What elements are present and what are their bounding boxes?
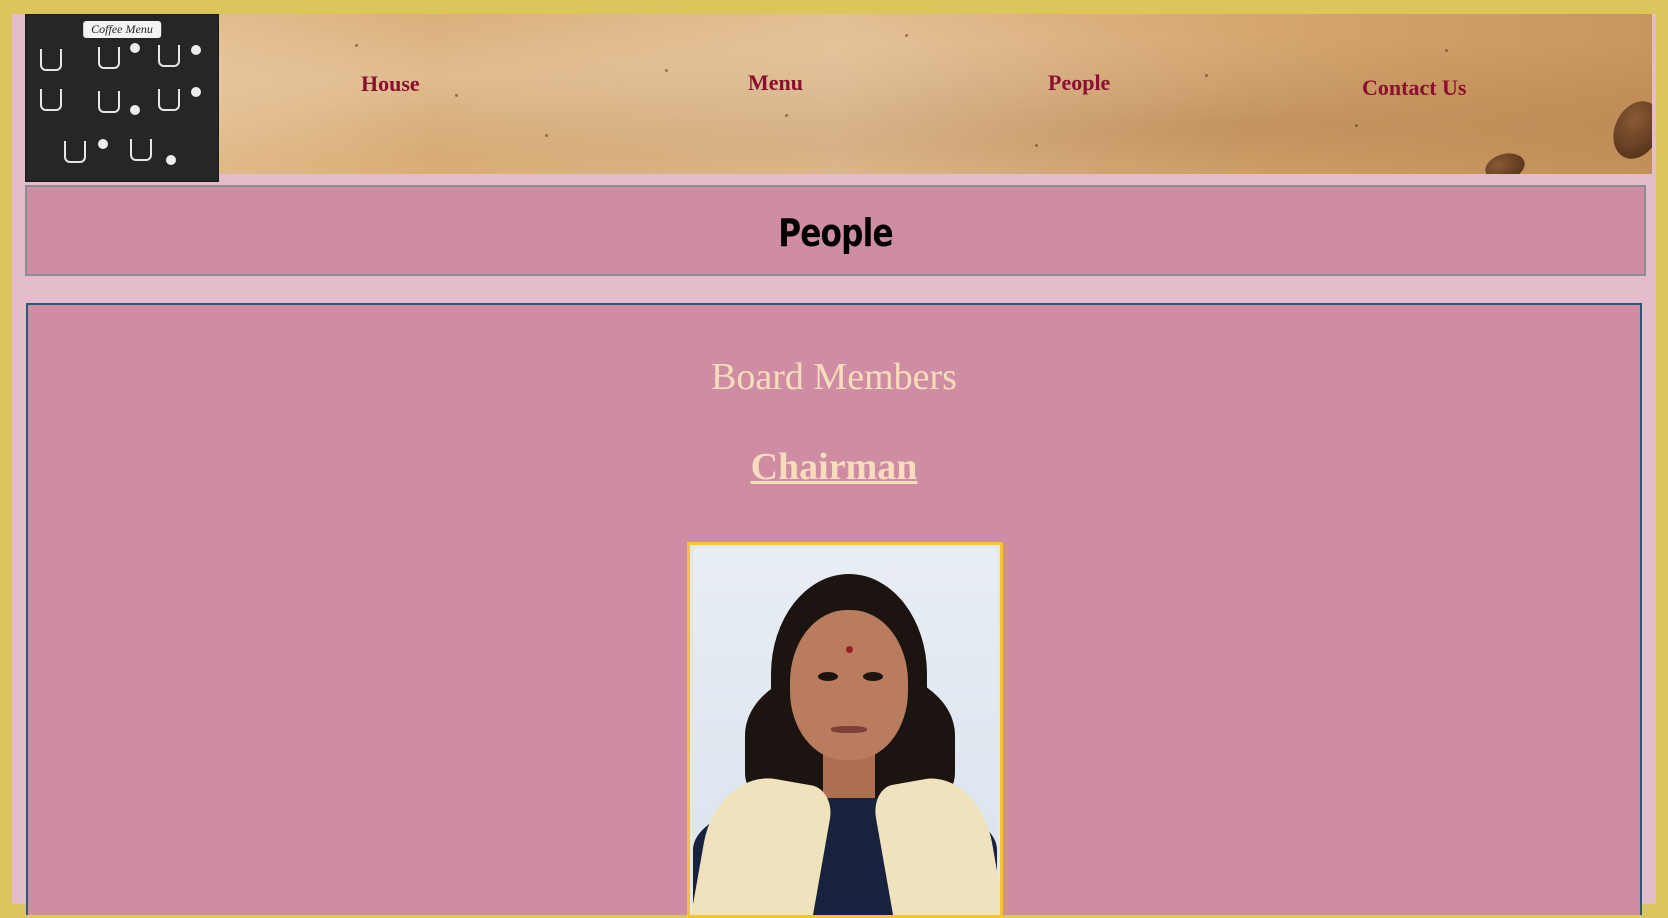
board-members-panel: Board Members Chairman [26, 303, 1642, 918]
coffee-menu-logo[interactable]: Coffee Menu [25, 14, 219, 182]
coffee-bean-icon [1482, 149, 1528, 174]
coffee-bean-icon [1604, 93, 1652, 167]
nav-link-people[interactable]: People [1048, 70, 1110, 96]
cup-icon [98, 47, 120, 69]
nav-link-contact-us[interactable]: Contact Us [1362, 75, 1467, 101]
page-title-panel: People [25, 185, 1646, 276]
role-heading[interactable]: Chairman [28, 445, 1640, 489]
page-frame: House Menu People Contact Us Coffee Menu… [12, 14, 1656, 918]
cup-icon [40, 49, 62, 71]
nav-link-menu[interactable]: Menu [748, 70, 803, 96]
cup-icon [158, 89, 180, 111]
header-banner: House Menu People Contact Us [25, 14, 1652, 174]
cup-icon [40, 89, 62, 111]
section-heading: Board Members [711, 356, 957, 398]
page-title: People [778, 211, 893, 255]
cup-icon [64, 141, 86, 163]
logo-title: Coffee Menu [83, 21, 161, 38]
cup-icon [130, 139, 152, 161]
cup-icon [98, 91, 120, 113]
nav-link-house[interactable]: House [361, 71, 420, 97]
chairman-photo [687, 542, 1003, 918]
cup-icon [158, 45, 180, 67]
